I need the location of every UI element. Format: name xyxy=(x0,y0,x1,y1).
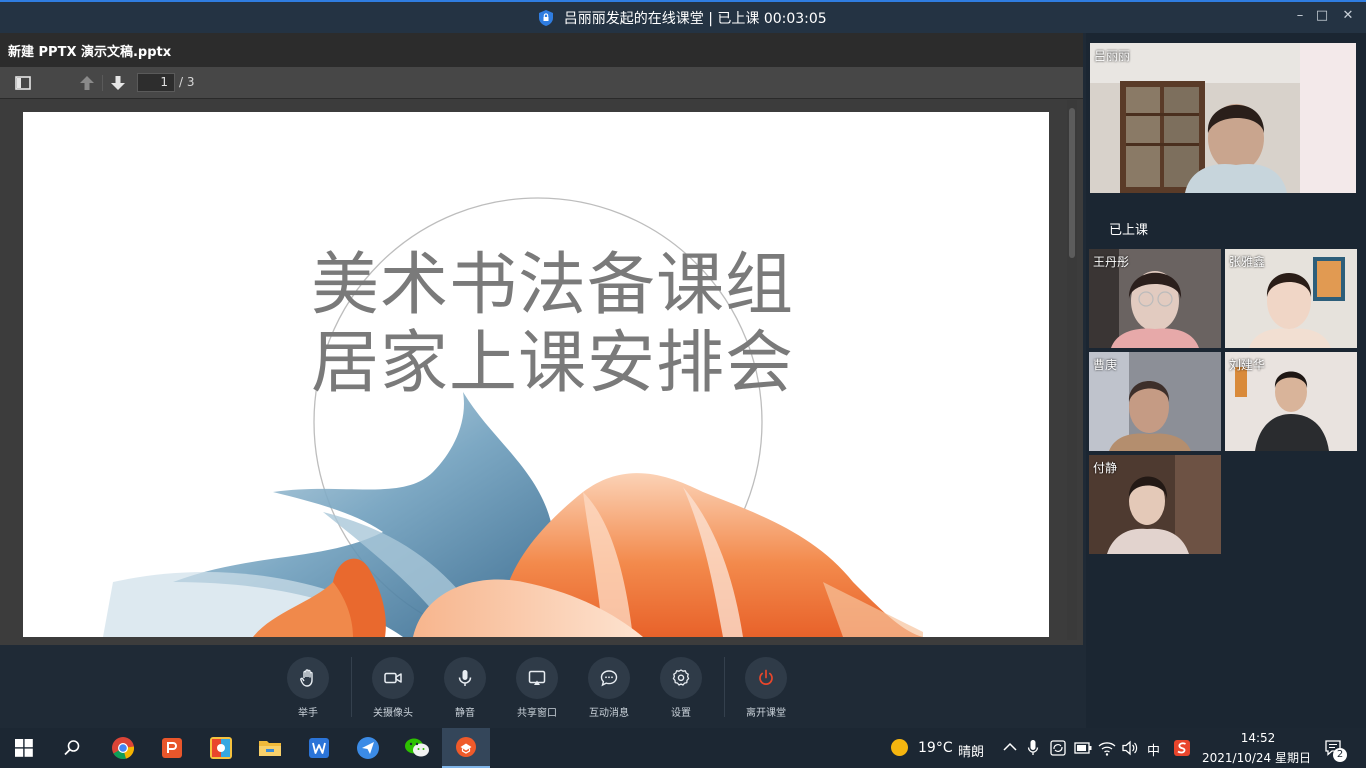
windows-logo-icon xyxy=(15,739,33,757)
maximize-button[interactable]: □ xyxy=(1313,8,1331,23)
document-header: 新建 PPTX 演示文稿.pptx xyxy=(0,33,1083,67)
participant-name: 张雅鑫 xyxy=(1229,255,1266,269)
classroom-app-icon xyxy=(456,737,476,757)
participant-name: 付静 xyxy=(1093,461,1118,475)
gear-icon xyxy=(672,669,690,686)
raise-hand-label: 举手 xyxy=(298,708,318,719)
camera-label: 关摄像头 xyxy=(373,708,413,719)
sogou-ime-icon[interactable] xyxy=(1173,739,1191,757)
clock-time[interactable]: 14:52 xyxy=(1240,731,1276,745)
wechat-icon xyxy=(405,738,429,757)
document-filename: 新建 PPTX 演示文稿.pptx xyxy=(8,45,172,60)
input-method-indicator[interactable]: 中 xyxy=(1147,740,1160,759)
feishu-icon xyxy=(357,737,379,759)
share-window-button[interactable]: 共享窗口 xyxy=(502,657,572,719)
window-titlebar: 吕丽丽发起的在线课堂 | 已上课 00:03:05 – □ ✕ xyxy=(0,0,1366,33)
taskbar-app-wps-writer[interactable] xyxy=(295,728,343,768)
leave-classroom-label: 离开课堂 xyxy=(746,708,786,719)
mute-label: 静音 xyxy=(455,708,475,719)
raise-hand-icon xyxy=(300,669,313,687)
taskbar-app-pinyin[interactable] xyxy=(197,728,245,768)
weather-sun-icon[interactable] xyxy=(890,738,909,757)
taskbar-app-feishu[interactable] xyxy=(344,728,392,768)
notification-count-badge: 2 xyxy=(1333,748,1347,762)
chevron-up-icon[interactable] xyxy=(1003,742,1017,752)
host-video-frame xyxy=(1090,43,1356,193)
wifi-icon[interactable] xyxy=(1098,740,1116,756)
page-total: / 3 xyxy=(179,75,195,89)
power-icon xyxy=(759,669,773,685)
share-window-label: 共享窗口 xyxy=(517,708,557,719)
next-page-icon[interactable] xyxy=(108,73,128,93)
participants-panel: 吕丽丽 已上课 王丹彤 张雅鑫 曹庚 刘建华 付静 xyxy=(1086,33,1366,728)
interactive-messages-label: 互动消息 xyxy=(589,708,629,719)
participant-tile[interactable]: 付静 xyxy=(1089,455,1221,554)
sidebar-toggle-icon[interactable] xyxy=(13,73,33,93)
chrome-icon xyxy=(112,737,135,760)
taskbar-app-file-explorer[interactable] xyxy=(246,728,294,768)
page-number-input[interactable]: 1 xyxy=(137,73,175,92)
window-title: 吕丽丽发起的在线课堂 | 已上课 00:03:05 xyxy=(563,11,827,27)
document-pane: 新建 PPTX 演示文稿.pptx 1 / 3 美术书法备课组 居家上课安排会 xyxy=(0,33,1083,645)
close-button[interactable]: ✕ xyxy=(1339,8,1357,23)
taskbar-app-chrome[interactable] xyxy=(99,728,147,768)
taskbar-app-classroom[interactable] xyxy=(442,728,490,768)
participant-tile[interactable]: 曹庚 xyxy=(1089,352,1221,451)
settings-label: 设置 xyxy=(671,708,691,719)
chat-icon xyxy=(600,670,618,687)
participant-tile[interactable]: 王丹彤 xyxy=(1089,249,1221,348)
windows-taskbar: 19°C 晴朗 中 14:52 2021/10/24 星期日 2 xyxy=(0,728,1366,768)
taskbar-app-powerpoint[interactable] xyxy=(148,728,196,768)
participant-name: 曹庚 xyxy=(1093,358,1118,372)
mute-button[interactable]: 静音 xyxy=(430,657,500,719)
shield-lock-icon xyxy=(539,10,554,26)
search-button[interactable] xyxy=(48,728,96,768)
microphone-icon xyxy=(458,670,472,686)
speaker-icon[interactable] xyxy=(1121,740,1139,756)
weather-description[interactable]: 晴朗 xyxy=(958,741,984,760)
controls-divider xyxy=(351,657,352,717)
microphone-tray-icon[interactable] xyxy=(1027,739,1039,757)
viewer-scrollbar[interactable] xyxy=(1067,100,1077,640)
camera-icon xyxy=(384,672,402,684)
controls-divider xyxy=(724,657,725,717)
slide-title-line1: 美术书法备课组 xyxy=(311,246,795,325)
file-explorer-icon xyxy=(259,741,281,756)
participant-name: 刘建华 xyxy=(1229,358,1266,372)
start-button[interactable] xyxy=(0,728,48,768)
participant-tile[interactable]: 刘建华 xyxy=(1225,352,1357,451)
clock-date[interactable]: 2021/10/24 星期日 xyxy=(1202,749,1311,766)
powerpoint-icon xyxy=(162,738,182,758)
wps-writer-icon xyxy=(309,738,329,758)
minimize-button[interactable]: – xyxy=(1291,8,1309,23)
host-video[interactable]: 吕丽丽 xyxy=(1090,43,1356,193)
sync-tray-icon[interactable] xyxy=(1049,739,1067,757)
slide-title-line2: 居家上课安排会 xyxy=(311,324,795,403)
battery-icon[interactable] xyxy=(1074,742,1092,754)
document-toolbar: 1 / 3 xyxy=(0,67,1083,99)
pinyin-app-icon xyxy=(210,737,232,759)
raise-hand-button[interactable]: 举手 xyxy=(273,657,343,719)
leave-classroom-button[interactable]: 离开课堂 xyxy=(731,657,801,719)
classroom-controls: 举手 关摄像头 静音 共享窗口 互动消息 设置 离开课堂 xyxy=(0,645,1083,728)
share-screen-icon xyxy=(528,670,546,685)
taskbar-app-wechat[interactable] xyxy=(393,728,441,768)
interactive-messages-button[interactable]: 互动消息 xyxy=(574,657,644,719)
settings-button[interactable]: 设置 xyxy=(646,657,716,719)
slide-canvas: 美术书法备课组 居家上课安排会 xyxy=(23,112,1049,637)
window-title-area: 吕丽丽发起的在线课堂 | 已上课 00:03:05 xyxy=(0,8,1366,28)
host-name: 吕丽丽 xyxy=(1094,49,1131,63)
viewer-scrollbar-thumb[interactable] xyxy=(1069,108,1075,258)
slide-viewer: 美术书法备课组 居家上课安排会 xyxy=(0,100,1083,645)
camera-button[interactable]: 关摄像头 xyxy=(358,657,428,719)
toolbar-divider xyxy=(102,75,103,91)
participant-tile[interactable]: 张雅鑫 xyxy=(1225,249,1357,348)
search-icon xyxy=(64,740,80,756)
weather-temperature[interactable]: 19°C xyxy=(918,740,953,756)
prev-page-icon[interactable] xyxy=(77,73,97,93)
participant-name: 王丹彤 xyxy=(1093,255,1130,269)
attendees-section-label: 已上课 xyxy=(1109,223,1149,238)
